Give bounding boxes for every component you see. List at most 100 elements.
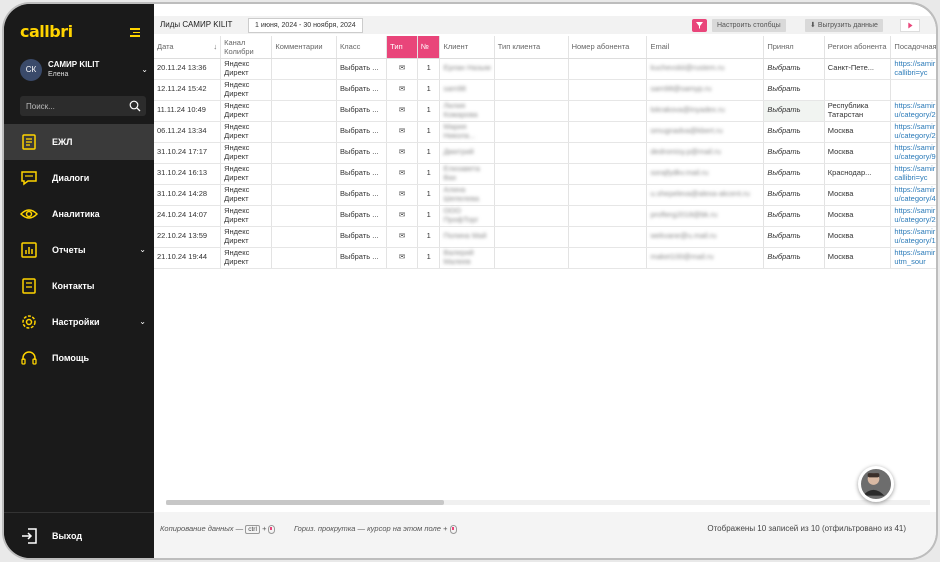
cell-landing[interactable]: https://samir u/category/2 <box>890 121 936 143</box>
support-avatar[interactable] <box>858 466 894 502</box>
filter-button[interactable] <box>692 19 707 32</box>
col-channel[interactable]: Канал Колибри <box>220 36 273 59</box>
cell-landing[interactable]: https://samir u/?callibri=yc <box>890 163 936 185</box>
cell-class[interactable]: Выбрать ... <box>336 226 388 248</box>
cell-client-type <box>494 163 569 185</box>
cell-accepted[interactable]: Выбрать <box>763 100 825 122</box>
col-phone[interactable]: Номер абонента <box>568 36 648 59</box>
cell-accepted[interactable]: Выбрать <box>763 58 825 80</box>
cell-class[interactable]: Выбрать ... <box>336 142 388 164</box>
mail-icon: ✉ <box>386 226 418 248</box>
search-icon[interactable] <box>129 100 141 112</box>
col-landing[interactable]: Посадочная <box>890 36 936 59</box>
mail-icon: ✉ <box>386 184 418 206</box>
user-profile[interactable]: СК САМИР KILIT Елена ⌄ <box>20 58 148 84</box>
cell-accepted[interactable]: Выбрать <box>763 226 825 248</box>
cell-class[interactable]: Выбрать ... <box>336 184 388 206</box>
col-class[interactable]: Класс <box>336 36 388 59</box>
cell-number: 1 <box>417 58 441 80</box>
table-row[interactable]: 22.10.24 13:59 Яндекс Директ Выбрать ... ✉ 1… <box>154 226 936 248</box>
cell-accepted[interactable]: Выбрать <box>763 163 825 185</box>
app-window: callbri СК САМИР KILIT Елена ⌄ ЕЖЛ Диало… <box>4 4 936 558</box>
mail-icon: ✉ <box>386 100 418 122</box>
cell-landing[interactable]: https://samir u/?callibri=yc <box>890 58 936 80</box>
cell-class[interactable]: Выбрать ... <box>336 79 388 101</box>
cell-landing[interactable]: https://samir u/category/4 <box>890 184 936 206</box>
table-row[interactable]: 06.11.24 13:34 Яндекс Директ Выбрать ... ✉ 1… <box>154 121 936 143</box>
cell-class[interactable]: Выбрать ... <box>336 247 388 269</box>
col-accepted[interactable]: Принял <box>763 36 825 59</box>
table-row[interactable]: 11.11.24 10:49 Яндекс Директ Выбрать ... ✉ 1… <box>154 100 936 122</box>
copy-hint: Копирование данных — ctrl + <box>160 524 276 534</box>
cell-class[interactable]: Выбрать ... <box>336 121 388 143</box>
cell-client: Полина Май <box>439 226 495 248</box>
mail-icon: ✉ <box>386 247 418 269</box>
sidebar-item-contacts[interactable]: Контакты <box>4 268 154 304</box>
journal-icon <box>22 134 36 150</box>
export-data-button[interactable]: ⬇ Выгрузить данные <box>805 19 883 32</box>
cell-client: Алина Шепелева <box>439 184 495 206</box>
table-row[interactable]: 12.11.24 15:42 Яндекс Директ Выбрать ... ✉ 1… <box>154 79 936 101</box>
cell-accepted[interactable]: Выбрать <box>763 184 825 206</box>
cell-client: sam98 <box>439 79 495 101</box>
cell-client-type <box>494 79 569 101</box>
callibri-logo[interactable]: callbri <box>20 22 73 41</box>
col-email[interactable]: Email <box>646 36 765 59</box>
sidebar-item-ezhl[interactable]: ЕЖЛ <box>4 124 154 160</box>
sidebar-search <box>20 96 146 116</box>
cell-landing[interactable]: https://samir u/category/1 <box>890 226 936 248</box>
play-button[interactable] <box>900 19 920 32</box>
col-comment[interactable]: Комментарии <box>271 36 337 59</box>
scrollbar-thumb[interactable] <box>166 500 444 505</box>
table-row[interactable]: 21.10.24 19:44 Яндекс Директ Выбрать ... ✉ 1… <box>154 247 936 269</box>
col-number[interactable]: № <box>417 36 441 59</box>
col-client-type[interactable]: Тип клиента <box>494 36 569 59</box>
sidebar-item-help[interactable]: Помощь <box>4 340 154 376</box>
chevron-down-icon: ⌄ <box>139 317 146 326</box>
col-client[interactable]: Клиент <box>439 36 495 59</box>
cell-class[interactable]: Выбрать ... <box>336 163 388 185</box>
cell-class[interactable]: Выбрать ... <box>336 58 388 80</box>
cell-landing[interactable] <box>890 79 936 101</box>
cell-landing[interactable]: https://samir u/category/2 <box>890 205 936 227</box>
sidebar-item-analytics[interactable]: Аналитика <box>4 196 154 232</box>
cell-accepted[interactable]: Выбрать <box>763 142 825 164</box>
ctrl-key: ctrl <box>245 525 260 534</box>
filter-icon <box>696 22 703 29</box>
table-row[interactable]: 24.10.24 14:07 Яндекс Директ Выбрать ... ✉ 1… <box>154 205 936 227</box>
cell-landing[interactable]: https://samir u/category/9 <box>890 142 936 164</box>
cell-accepted[interactable]: Выбрать <box>763 79 825 101</box>
cell-comment <box>271 247 337 269</box>
date-range-picker[interactable]: 1 июня, 2024 - 30 ноября, 2024 <box>248 18 363 33</box>
cell-accepted[interactable]: Выбрать <box>763 205 825 227</box>
horizontal-scrollbar[interactable] <box>166 498 930 506</box>
cell-class[interactable]: Выбрать ... <box>336 100 388 122</box>
col-region[interactable]: Регион абонента <box>824 36 892 59</box>
cell-accepted[interactable]: Выбрать <box>763 247 825 269</box>
table-row[interactable]: 20.11.24 13:36 Яндекс Директ Выбрать ... ✉ 1… <box>154 58 936 80</box>
cell-accepted[interactable]: Выбрать <box>763 121 825 143</box>
cell-region: Москва <box>824 205 892 227</box>
status-bar: Копирование данных — ctrl + Гориз. прокр… <box>154 512 936 558</box>
table-row[interactable]: 31.10.24 16:13 Яндекс Директ Выбрать ... ✉ 1… <box>154 163 936 185</box>
leads-table-container: Дата ↓ Канал Колибри Комментарии Класс Ти… <box>154 36 936 496</box>
cell-client: Ерлан Назым <box>439 58 495 80</box>
configure-columns-button[interactable]: Настроить столбцы <box>712 19 786 32</box>
col-date[interactable]: Дата ↓ <box>154 36 222 59</box>
plus-sign: + <box>262 524 267 533</box>
cell-landing[interactable]: https://samir u/category/2 <box>890 100 936 122</box>
sidebar-item-dialogs[interactable]: Диалоги <box>4 160 154 196</box>
logout-button[interactable]: Выход <box>4 512 154 558</box>
col-type[interactable]: Тип <box>386 36 418 59</box>
cell-email: wekvane@u.mail.ru <box>646 226 765 248</box>
search-input[interactable] <box>26 100 122 112</box>
menu-toggle-icon[interactable] <box>130 28 140 37</box>
table-row[interactable]: 31.10.24 17:17 Яндекс Директ Выбрать ... ✉ 1… <box>154 142 936 164</box>
cell-landing[interactable]: https://samir u/?utm_sour <box>890 247 936 269</box>
sidebar-item-reports[interactable]: Отчеты ⌄ <box>4 232 154 268</box>
sidebar-item-settings[interactable]: Настройки ⌄ <box>4 304 154 340</box>
table-row[interactable]: 31.10.24 14:28 Яндекс Директ Выбрать ... ✉ 1… <box>154 184 936 206</box>
cell-class[interactable]: Выбрать ... <box>336 205 388 227</box>
logout-label: Выход <box>52 530 83 541</box>
chevron-down-icon[interactable]: ⌄ <box>141 65 148 74</box>
